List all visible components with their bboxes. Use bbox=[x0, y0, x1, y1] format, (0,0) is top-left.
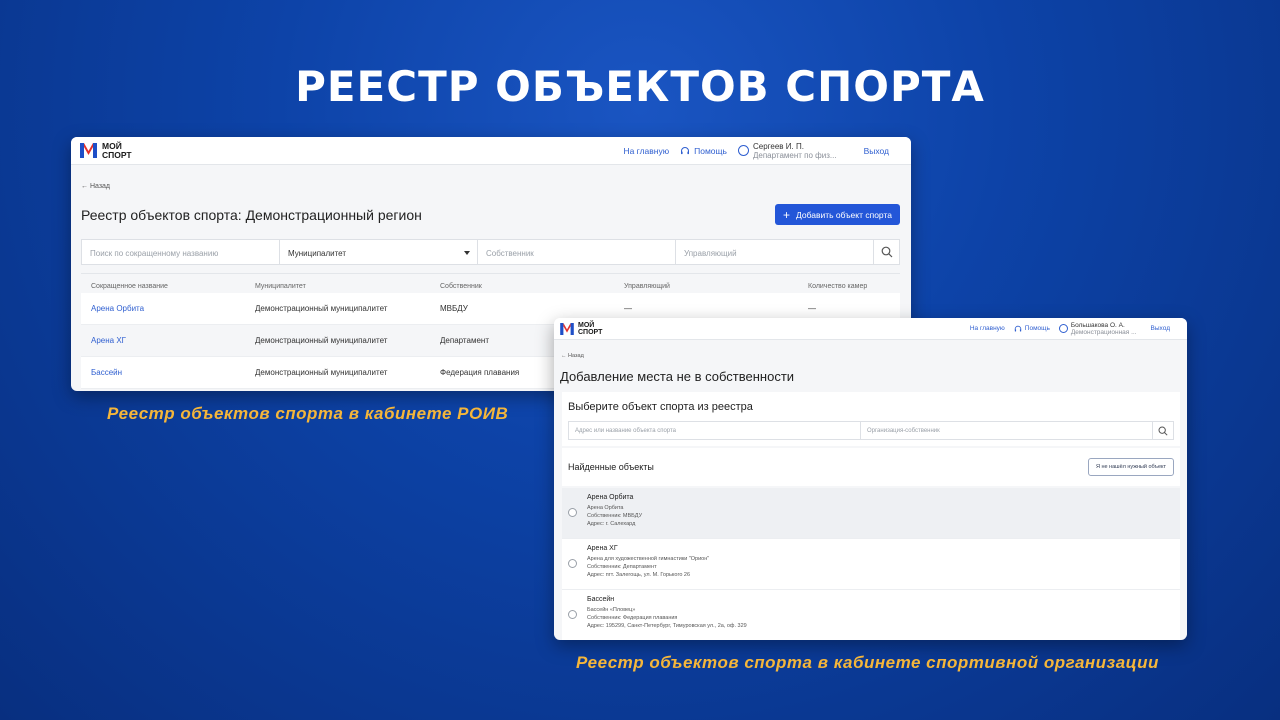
help-label: Помощь bbox=[1024, 325, 1050, 332]
user-profile[interactable]: Большакова О. А. Демонстрационная ... bbox=[1058, 321, 1137, 336]
address-search-input[interactable]: Адрес или название объекта спорта bbox=[569, 422, 861, 439]
back-link[interactable]: ← Назад bbox=[561, 353, 584, 359]
page-title: Добавление места не в собственности bbox=[560, 369, 795, 384]
sport-org-window: МОЙ СПОРТ На главную Помощь Большакова О… bbox=[554, 318, 1187, 640]
municipality-select-label: Муниципалитет bbox=[288, 249, 347, 258]
logo-line-2: СПОРТ bbox=[578, 328, 603, 336]
manager-input[interactable]: Управляющий bbox=[676, 240, 874, 264]
municipality-cell: Демонстрационный муниципалитет bbox=[255, 304, 388, 313]
item-address: Адрес: 195299, Санкт-Петербург, Тимуровс… bbox=[587, 623, 747, 629]
home-link[interactable]: На главную bbox=[970, 325, 1005, 332]
municipality-cell: Демонстрационный муниципалитет bbox=[255, 336, 388, 345]
search-button[interactable] bbox=[1153, 422, 1173, 439]
manager-cell: — bbox=[624, 304, 632, 313]
moy-sport-logo[interactable]: МОЙ СПОРТ bbox=[80, 142, 132, 159]
list-item[interactable]: Арена Орбита Арена Орбита Собственник: М… bbox=[562, 488, 1180, 539]
registry-select-block: Выберите объект спорта из реестра Адрес … bbox=[562, 392, 1180, 446]
registry-search-bar: Адрес или название объекта спорта Органи… bbox=[568, 421, 1174, 440]
headset-icon bbox=[681, 146, 690, 154]
header-nav: На главную Помощь Большакова О. А. Демон… bbox=[970, 322, 1179, 336]
object-name-link[interactable]: Арена ХГ bbox=[81, 336, 255, 345]
user-department: Демонстрационная ... bbox=[1070, 328, 1137, 336]
list-item[interactable]: Бассейн Бассейн «Пловец» Собственник: Фе… bbox=[562, 590, 1180, 640]
item-name: Бассейн bbox=[587, 596, 615, 603]
cameras-cell: — bbox=[808, 304, 816, 313]
logo-line-1: МОЙ bbox=[578, 321, 595, 329]
item-name: Арена Орбита bbox=[587, 494, 634, 501]
found-title: Найденные объекты bbox=[568, 462, 654, 472]
object-name-link[interactable]: Арена Орбита bbox=[81, 304, 255, 313]
search-input[interactable]: Поиск по сокращенному названию bbox=[82, 240, 280, 264]
list-item[interactable]: Арена ХГ Арена для художественной гимнас… bbox=[562, 539, 1180, 590]
select-title: Выберите объект спорта из реестра bbox=[568, 401, 753, 413]
plus-icon: + bbox=[782, 207, 790, 222]
municipality-select[interactable]: Муниципалитет bbox=[280, 240, 478, 264]
user-icon bbox=[1058, 324, 1068, 333]
logo-line-2: СПОРТ bbox=[102, 149, 132, 160]
item-owner: Собственник: МВБДУ bbox=[587, 513, 643, 519]
radio-button[interactable] bbox=[568, 508, 577, 517]
header-nav: На главную Помощь Сергеев И. П. Департам… bbox=[623, 142, 900, 160]
chevron-down-icon bbox=[464, 251, 470, 255]
radio-button[interactable] bbox=[568, 610, 577, 619]
table-header: Сокращенное название Муниципалитет Собст… bbox=[81, 273, 900, 293]
logout-link[interactable]: Выход bbox=[864, 146, 889, 156]
owner-input[interactable]: Собственник bbox=[478, 240, 676, 264]
column-header[interactable]: Сокращенное название bbox=[81, 283, 255, 290]
found-objects-header: Найденные объекты Я не нашёл нужный объе… bbox=[562, 448, 1180, 486]
item-full-name: Бассейн «Пловец» bbox=[587, 607, 636, 613]
logout-link[interactable]: Выход bbox=[1151, 325, 1170, 332]
column-header[interactable]: Муниципалитет bbox=[255, 283, 440, 290]
item-name: Арена ХГ bbox=[587, 545, 618, 552]
organization-input[interactable]: Организация-собственник bbox=[861, 422, 1153, 439]
help-link[interactable]: Помощь bbox=[680, 146, 727, 156]
municipality-cell: Демонстрационный муниципалитет bbox=[255, 368, 388, 377]
search-button[interactable] bbox=[874, 240, 899, 264]
object-name-link[interactable]: Бассейн bbox=[81, 368, 255, 377]
user-profile[interactable]: Сергеев И. П. Департамент по физ... bbox=[737, 141, 837, 160]
column-header[interactable]: Количество камер bbox=[808, 283, 900, 290]
header-bar: МОЙ СПОРТ На главную Помощь Большакова О… bbox=[554, 318, 1187, 340]
caption-sport-org: Реестр объектов спорта в кабинете спорти… bbox=[576, 653, 1159, 672]
item-full-name: Арена Орбита bbox=[587, 505, 624, 511]
search-icon bbox=[1158, 426, 1168, 436]
add-button-label: Добавить объект спорта bbox=[796, 209, 892, 220]
help-label: Помощь bbox=[694, 145, 727, 156]
user-name: Большакова О. А. bbox=[1070, 321, 1125, 329]
logo-m-icon bbox=[560, 322, 574, 335]
user-name: Сергеев И. П. bbox=[752, 141, 804, 151]
filter-bar: Поиск по сокращенному названию Муниципал… bbox=[81, 239, 900, 265]
help-link[interactable]: Помощь bbox=[1014, 325, 1050, 333]
logo-m-icon bbox=[80, 143, 97, 158]
header-bar: МОЙ СПОРТ На главную Помощь Сергеев И. П… bbox=[71, 137, 911, 165]
item-owner: Собственник: Департамент bbox=[587, 564, 657, 570]
back-link[interactable]: ← Назад bbox=[81, 183, 110, 190]
column-header[interactable]: Собственник bbox=[440, 283, 624, 290]
item-address: Адрес: г. Салехард bbox=[587, 521, 636, 527]
home-link[interactable]: На главную bbox=[623, 146, 669, 156]
selection-panel: Выберите объект спорта из реестра Адрес … bbox=[562, 392, 1180, 640]
search-icon bbox=[881, 246, 892, 258]
moy-sport-logo[interactable]: МОЙ СПОРТ bbox=[560, 322, 602, 336]
page-title: Реестр объектов спорта: Демонстрационный… bbox=[81, 207, 422, 223]
headset-icon bbox=[1014, 325, 1021, 331]
caption-roiv: Реестр объектов спорта в кабинете РОИВ bbox=[107, 404, 509, 423]
not-found-button[interactable]: Я не нашёл нужный объект bbox=[1087, 458, 1174, 476]
item-full-name: Арена для художественной гимнастики "Ори… bbox=[587, 556, 710, 562]
owner-cell: МВБДУ bbox=[440, 304, 468, 313]
slide-title: РЕЕСТР ОБЪЕКТОВ СПОРТА bbox=[295, 62, 985, 111]
add-sport-object-button[interactable]: + Добавить объект спорта bbox=[775, 204, 900, 225]
radio-button[interactable] bbox=[568, 559, 577, 568]
user-icon bbox=[737, 145, 749, 156]
column-header[interactable]: Управляющий bbox=[624, 283, 808, 290]
item-address: Адрес: пгт. Залегощь, ул. М. Горького 26 bbox=[587, 572, 691, 578]
user-department: Департамент по физ... bbox=[752, 150, 837, 160]
item-owner: Собственник: Федерация плавания bbox=[587, 615, 678, 621]
